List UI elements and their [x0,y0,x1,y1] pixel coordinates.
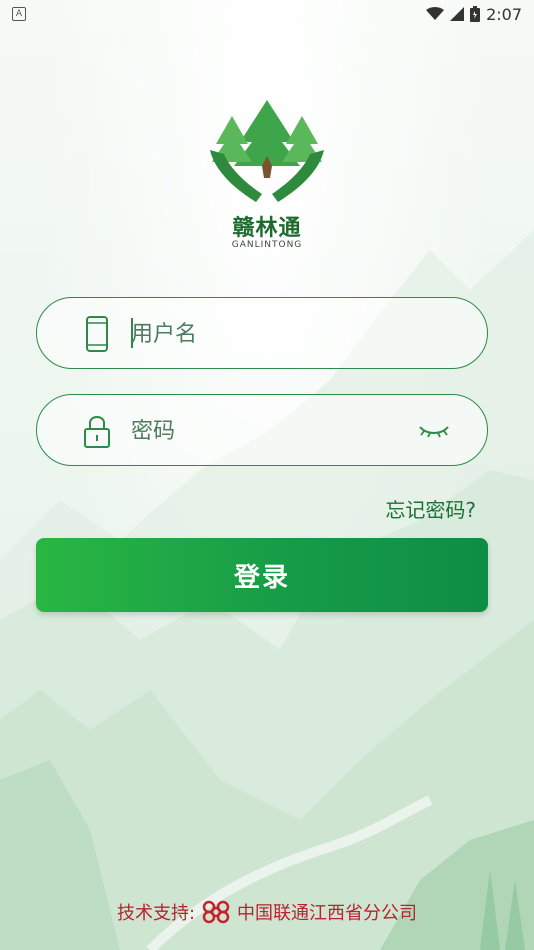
app-logo: 赣林通 GANLINTONG [204,98,330,258]
forgot-password-link[interactable]: 忘记密码? [385,494,476,523]
lock-icon [84,416,110,448]
status-bar: A 2:07 [0,0,534,28]
forest-hands-logo-icon [210,100,324,202]
phone-icon [86,316,108,352]
support-company: 中国联通江西省分公司 [237,903,418,924]
battery-icon [470,6,481,22]
signal-icon [450,7,465,21]
eye-closed-icon[interactable] [417,421,451,441]
wifi-icon [426,7,445,20]
china-unicom-logo-icon [202,900,230,924]
password-field[interactable] [36,394,488,466]
tech-support-label: 技术支持: [116,903,196,924]
app-name-pinyin: GANLINTONG [231,240,303,250]
app-name: 赣林通 [232,216,302,241]
login-button[interactable]: 登录 [36,538,488,612]
status-time: 2:07 [486,4,522,24]
notification-icon: A [12,7,26,21]
password-input[interactable] [131,413,391,449]
username-input[interactable] [131,316,391,352]
username-field[interactable] [36,297,488,369]
footer: 技术支持: 中国联通江西省分公司 [0,898,534,926]
